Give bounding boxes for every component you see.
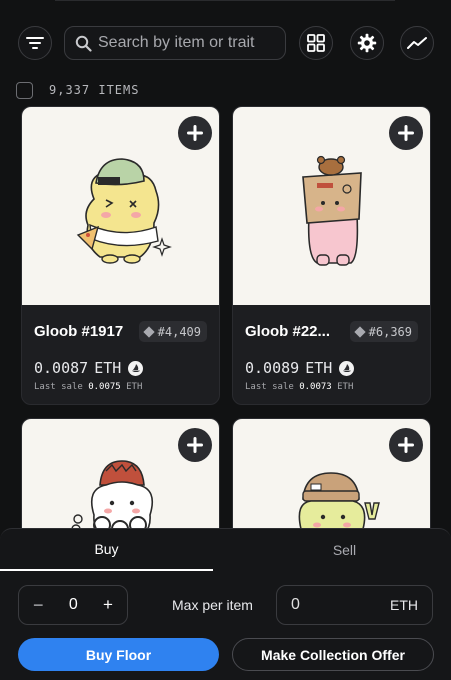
search-input[interactable] (98, 34, 278, 52)
last-sale: Last sale 0.0073 ETH (245, 382, 418, 392)
item-image (233, 107, 430, 305)
last-sale-currency: ETH (337, 382, 354, 392)
item-price: 0.0089 (245, 359, 300, 377)
item-name: Gloob #1917 (34, 323, 124, 340)
top-divider (55, 0, 395, 1)
rarity-rank-badge: #6,369 (349, 321, 418, 342)
increment-button[interactable]: + (103, 595, 113, 615)
add-to-cart-button[interactable] (389, 428, 423, 462)
plus-icon (187, 437, 203, 453)
filter-button[interactable] (18, 26, 52, 60)
item-card[interactable]: Gloob #1917 #4,409 0.0087 ETH Last sale … (21, 106, 220, 405)
add-to-cart-button[interactable] (389, 116, 423, 150)
last-sale-label: Last sale (245, 382, 294, 392)
rarity-rank: #6,369 (368, 324, 412, 339)
plus-icon (187, 125, 203, 141)
price-currency: ETH (94, 359, 122, 377)
opensea-icon (339, 360, 355, 376)
last-sale: Last sale 0.0075 ETH (34, 382, 207, 392)
item-name: Gloob #22... (245, 323, 331, 340)
item-image (22, 107, 219, 305)
trend-line-icon (407, 37, 427, 49)
max-price-unit: ETH (390, 597, 418, 613)
max-price-field[interactable]: ETH (276, 585, 433, 625)
rarity-rank-badge: #4,409 (138, 321, 207, 342)
decrement-button[interactable]: − (33, 595, 44, 616)
max-per-item-label: Max per item (172, 597, 253, 613)
filter-icon (26, 37, 44, 49)
opensea-icon (128, 360, 144, 376)
settings-button[interactable] (350, 26, 384, 60)
buy-floor-button[interactable]: Buy Floor (18, 638, 219, 671)
make-collection-offer-button[interactable]: Make Collection Offer (232, 638, 434, 671)
quantity-value[interactable]: 0 (69, 596, 78, 614)
last-sale-value: 0.0075 (88, 382, 121, 392)
quantity-stepper: − 0 + (18, 585, 128, 625)
tab-sell[interactable]: Sell (238, 529, 451, 571)
item-info: Gloob #1917 #4,409 0.0087 ETH Last sale … (22, 305, 219, 392)
price-row: 0.0087 ETH (34, 359, 207, 377)
add-to-cart-button[interactable] (178, 116, 212, 150)
last-sale-label: Last sale (34, 382, 83, 392)
price-currency: ETH (305, 359, 333, 377)
item-count-row: 9,337 ITEMS (16, 80, 139, 100)
search-icon (75, 35, 92, 52)
item-card[interactable]: Gloob #22... #6,369 0.0089 ETH Last sale… (232, 106, 431, 405)
collection-toolbar (0, 0, 451, 80)
gear-icon (357, 33, 377, 53)
item-price: 0.0087 (34, 359, 89, 377)
buy-sell-tabs: Buy Sell (0, 529, 451, 571)
search-box[interactable] (64, 26, 286, 60)
last-sale-currency: ETH (126, 382, 143, 392)
plus-icon (398, 125, 414, 141)
max-price-input[interactable] (291, 596, 351, 614)
item-info: Gloob #22... #6,369 0.0089 ETH Last sale… (233, 305, 430, 392)
grid-view-button[interactable] (299, 26, 333, 60)
diamond-icon (353, 325, 366, 338)
plus-icon (398, 437, 414, 453)
add-to-cart-button[interactable] (178, 428, 212, 462)
select-all-checkbox[interactable] (16, 81, 33, 99)
item-count: 9,337 ITEMS (49, 83, 140, 97)
diamond-icon (142, 325, 155, 338)
activity-button[interactable] (400, 26, 434, 60)
last-sale-value: 0.0073 (299, 382, 332, 392)
price-row: 0.0089 ETH (245, 359, 418, 377)
tab-buy[interactable]: Buy (0, 529, 213, 571)
grid-view-icon (307, 34, 325, 52)
rarity-rank: #4,409 (157, 324, 201, 339)
